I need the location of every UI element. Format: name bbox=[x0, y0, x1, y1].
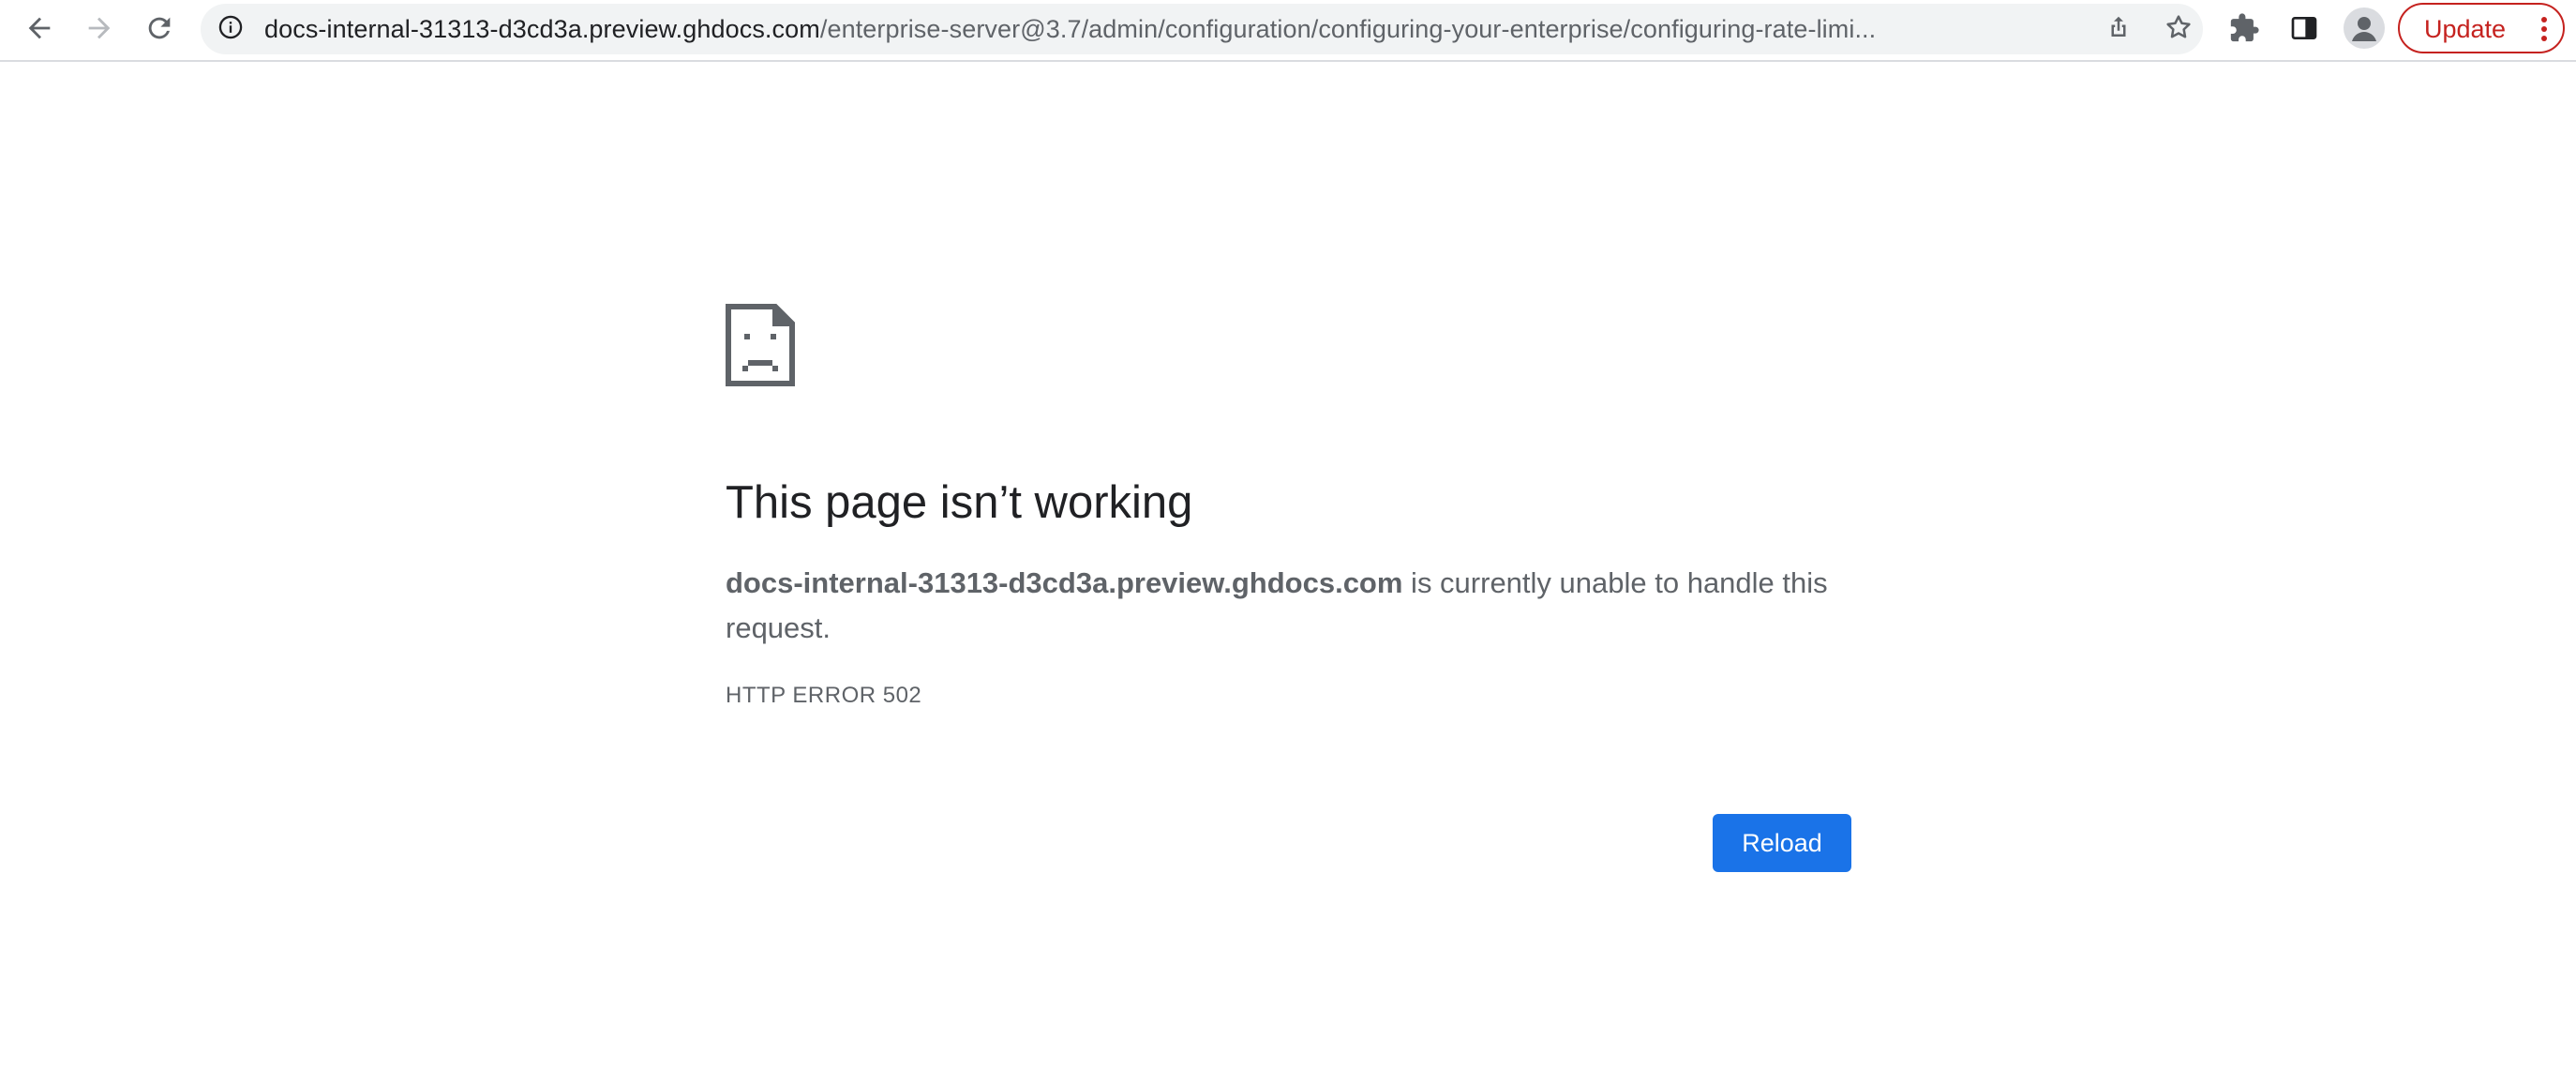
url-path: /enterprise-server@3.7/admin/configurati… bbox=[819, 15, 1877, 43]
side-panel-button[interactable] bbox=[2278, 6, 2330, 51]
puzzle-icon bbox=[2228, 12, 2260, 44]
side-panel-icon bbox=[2289, 13, 2319, 43]
arrow-right-icon bbox=[83, 12, 115, 44]
extensions-button[interactable] bbox=[2218, 6, 2270, 51]
url-text[interactable]: docs-internal-31313-d3cd3a.preview.ghdoc… bbox=[264, 4, 2079, 54]
share-button[interactable] bbox=[2098, 8, 2139, 50]
back-button[interactable] bbox=[13, 6, 66, 51]
person-icon bbox=[2344, 17, 2385, 49]
arrow-left-icon bbox=[23, 12, 55, 44]
url-host: docs-internal-31313-d3cd3a.preview.ghdoc… bbox=[264, 15, 820, 43]
profile-button[interactable] bbox=[2344, 8, 2385, 49]
error-description: docs-internal-31313-d3cd3a.preview.ghdoc… bbox=[726, 561, 1865, 651]
update-button[interactable]: Update bbox=[2398, 3, 2565, 53]
forward-button[interactable] bbox=[73, 6, 126, 51]
site-info-button[interactable] bbox=[214, 12, 247, 46]
browser-toolbar: docs-internal-31313-d3cd3a.preview.ghdoc… bbox=[0, 0, 2576, 62]
error-title: This page isn’t working bbox=[726, 477, 1193, 528]
info-icon bbox=[217, 14, 244, 45]
error-host: docs-internal-31313-d3cd3a.preview.ghdoc… bbox=[726, 566, 1403, 599]
kebab-menu-icon[interactable] bbox=[2535, 16, 2554, 42]
error-code: HTTP ERROR 502 bbox=[726, 683, 922, 708]
star-icon bbox=[2164, 12, 2194, 47]
sad-document-icon bbox=[726, 304, 795, 386]
bookmark-button[interactable] bbox=[2158, 8, 2199, 50]
reload-button[interactable]: Reload bbox=[1713, 814, 1851, 872]
share-icon bbox=[2104, 13, 2133, 46]
reload-page-button[interactable] bbox=[133, 6, 186, 51]
update-label: Update bbox=[2424, 15, 2507, 43]
reload-icon bbox=[143, 12, 175, 44]
address-bar[interactable]: docs-internal-31313-d3cd3a.preview.ghdoc… bbox=[201, 4, 2203, 54]
